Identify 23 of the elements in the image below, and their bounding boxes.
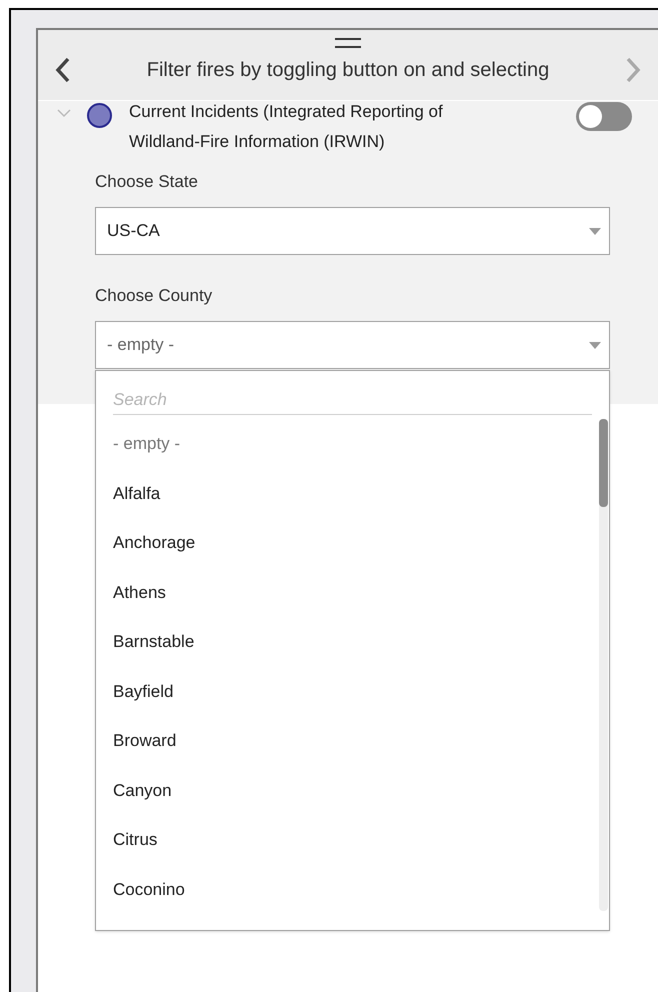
dropdown-caret-icon <box>589 342 601 348</box>
search-field[interactable]: Search <box>113 385 592 415</box>
panel-title: Filter fires by toggling button on and selecting <box>146 58 550 83</box>
drag-handle-icon[interactable] <box>335 38 361 48</box>
dropdown-option[interactable]: - empty - <box>96 419 609 468</box>
layer-name: Current Incidents (Integrated Reporting of Wildland-Fire Information (IRWIN) <box>129 101 444 153</box>
dropdown-option[interactable]: Canyon <box>96 766 609 815</box>
dropdown-option[interactable]: Alfalfa <box>96 468 609 518</box>
dropdown-option[interactable]: Citrus <box>96 815 609 864</box>
county-select[interactable]: - empty - <box>95 321 610 369</box>
state-select[interactable]: US-CA <box>95 207 610 255</box>
county-label: Choose County <box>95 285 212 307</box>
dropdown-option[interactable]: Broward <box>96 716 609 766</box>
dropdown-option[interactable]: Coconino <box>96 864 609 914</box>
chevron-icon <box>57 108 71 118</box>
state-label: Choose State <box>95 171 198 193</box>
layer-toggle-switch[interactable] <box>576 102 632 131</box>
dropdown-option[interactable]: Athens <box>96 568 609 617</box>
scrollbar-thumb[interactable] <box>599 419 608 507</box>
dropdown-option[interactable]: Bayfield <box>96 666 609 716</box>
dropdown-option[interactable]: Barnstable <box>96 617 609 666</box>
dropdown-caret-icon <box>589 228 601 234</box>
dropdown-option[interactable]: Anchorage <box>96 518 609 568</box>
